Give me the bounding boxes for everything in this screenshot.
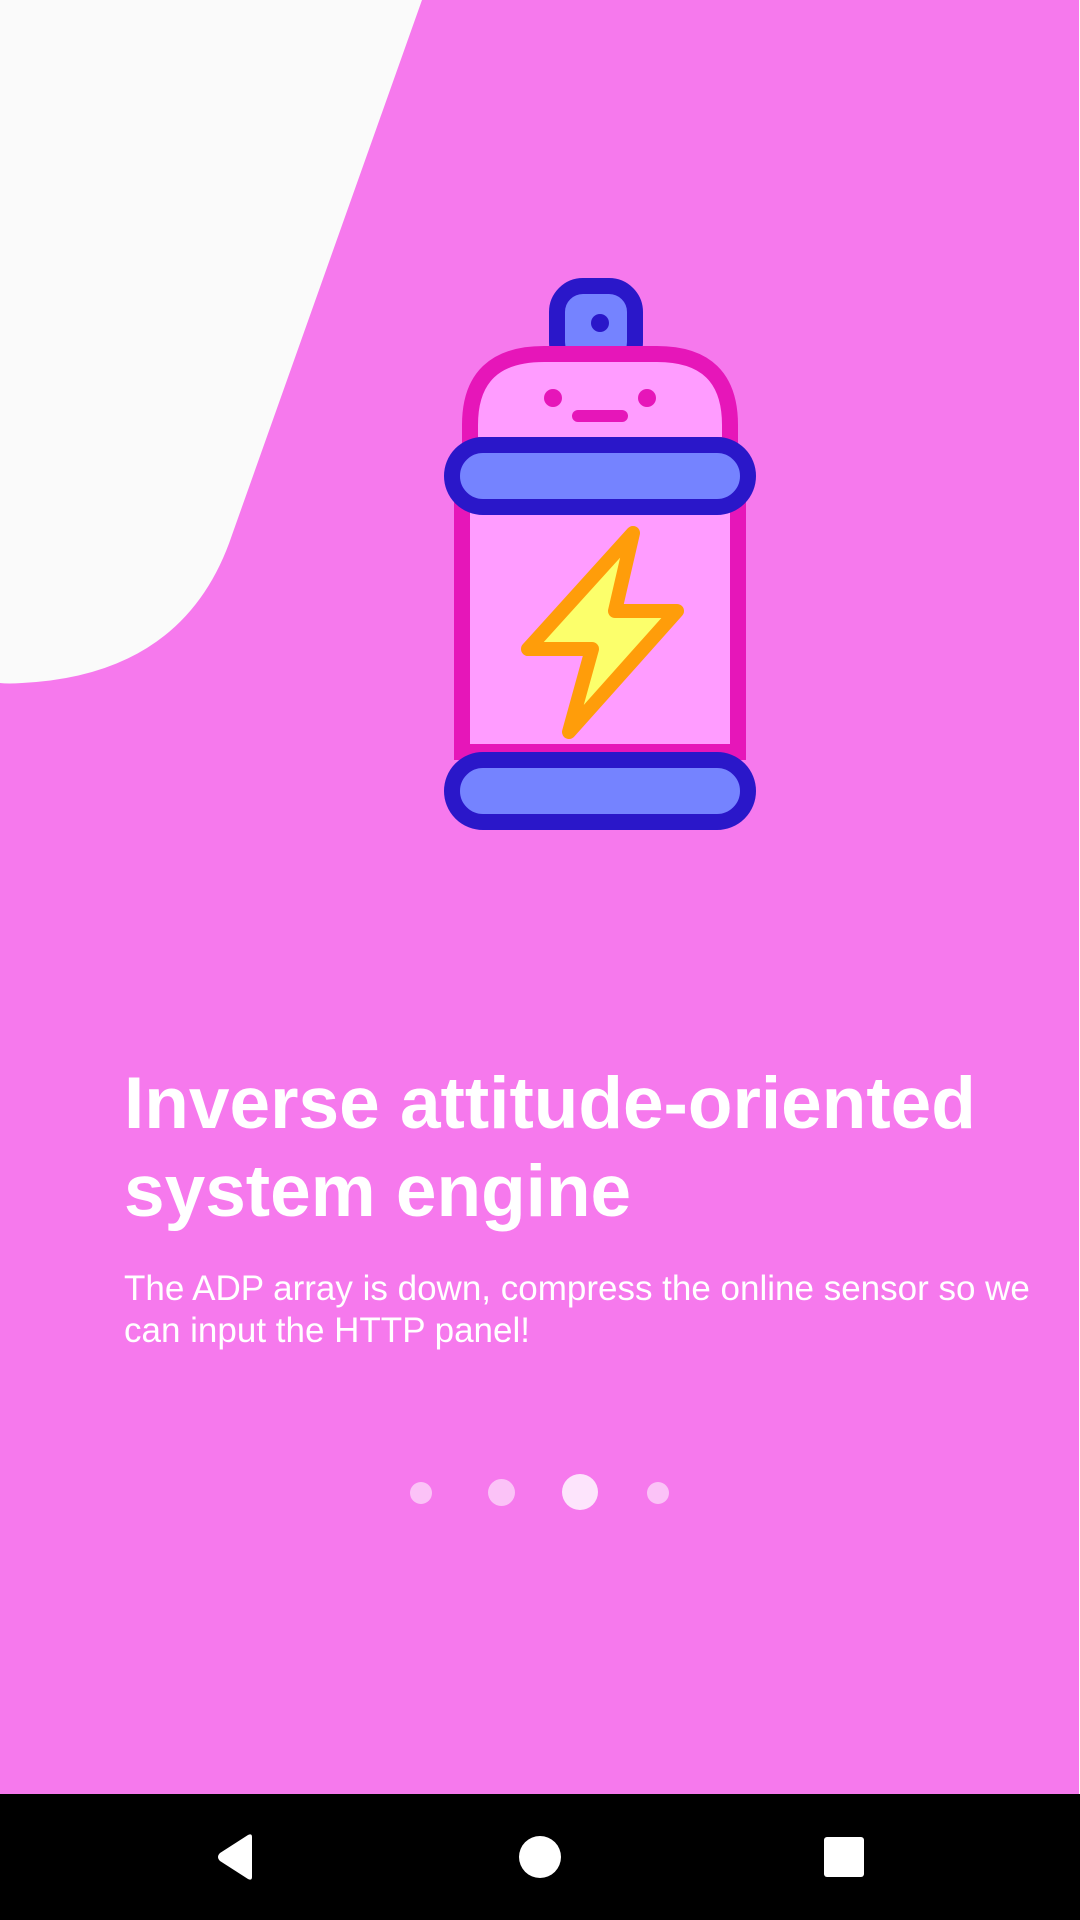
page-dot-1[interactable]: [410, 1482, 432, 1504]
page-indicator: [0, 1466, 1080, 1518]
spray-can-lightning-icon: [444, 278, 756, 830]
nav-back-button[interactable]: [156, 1794, 316, 1920]
onboarding-title: Inverse attitude-oriented system engine: [124, 1063, 976, 1232]
nav-home-button[interactable]: [460, 1794, 620, 1920]
system-navigation-bar: [0, 1794, 1080, 1920]
onboarding-description: The ADP array is down, compress the onli…: [124, 1269, 1030, 1350]
page-dot-4[interactable]: [647, 1482, 669, 1504]
onboarding-page[interactable]: Inverse attitude-oriented system engine …: [0, 0, 1080, 1794]
back-triangle-icon: [218, 1834, 252, 1880]
home-circle-icon: [519, 1836, 561, 1878]
page-dot-2[interactable]: [488, 1479, 515, 1506]
nav-recents-button[interactable]: [764, 1794, 924, 1920]
page-dot-3-active[interactable]: [562, 1474, 598, 1510]
onboarding-screen: Inverse attitude-oriented system engine …: [0, 0, 1080, 1920]
recents-square-icon: [824, 1837, 864, 1877]
decorative-blob: [0, 0, 422, 684]
